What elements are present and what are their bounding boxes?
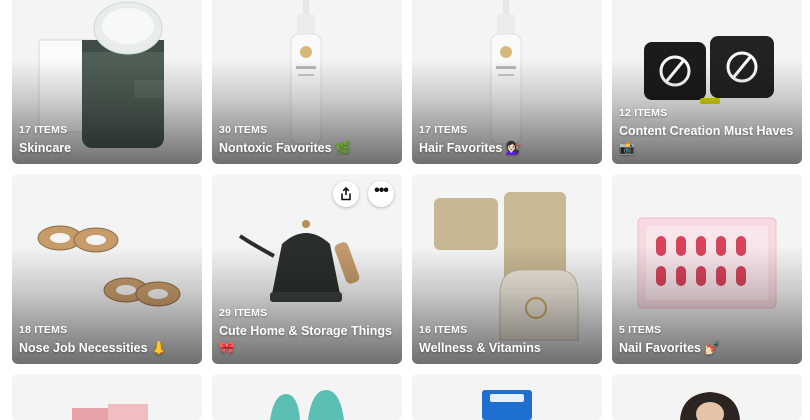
list-title-text: Nontoxic Favorites <box>219 141 332 155</box>
list-card-nontoxic-favorites[interactable]: 30 ITEMS Nontoxic Favorites 🌿 <box>212 0 402 164</box>
list-card-row3-1[interactable] <box>12 374 202 420</box>
title-emoji: 💇🏻‍♀️ <box>505 141 522 155</box>
list-card-skincare[interactable]: 17 ITEMS Skincare <box>12 0 202 164</box>
card-meta: 30 ITEMS Nontoxic Favorites 🌿 <box>219 123 394 157</box>
item-count: 29 ITEMS <box>219 307 268 319</box>
item-count: 17 ITEMS <box>19 124 68 136</box>
item-count: 17 ITEMS <box>419 124 468 136</box>
list-card-hair-favorites[interactable]: 17 ITEMS Hair Favorites 💇🏻‍♀️ <box>412 0 602 164</box>
pink-box-image <box>12 374 202 420</box>
card-meta: 17 ITEMS Hair Favorites 💇🏻‍♀️ <box>419 123 594 157</box>
share-icon <box>341 187 351 201</box>
more-options-button[interactable]: ••• <box>368 181 394 207</box>
list-title-text: Nail Favorites <box>619 341 701 355</box>
list-title-text: Nose Job Necessities <box>19 341 148 355</box>
list-card-wellness[interactable]: 16 ITEMS Wellness & Vitamins <box>412 174 602 364</box>
list-card-nail-favorites[interactable]: 5 ITEMS Nail Favorites 💅🏻 <box>612 174 802 364</box>
item-count: 30 ITEMS <box>219 124 268 136</box>
list-title[interactable]: Skincare <box>19 140 194 157</box>
item-count: 18 ITEMS <box>19 324 68 336</box>
more-options-icon: ••• <box>374 182 389 199</box>
card-meta: 5 ITEMS Nail Favorites 💅🏻 <box>619 323 794 357</box>
list-card-nose-job[interactable]: 18 ITEMS Nose Job Necessities 👃 <box>12 174 202 364</box>
card-meta: 29 ITEMS Cute Home & Storage Things 🎀 <box>219 306 394 357</box>
share-button[interactable] <box>333 181 359 207</box>
list-title[interactable]: Wellness & Vitamins <box>419 340 594 357</box>
list-title[interactable]: Nontoxic Favorites 🌿 <box>219 140 394 157</box>
list-title-text: Wellness & Vitamins <box>419 341 541 355</box>
item-count: 5 ITEMS <box>619 324 662 336</box>
list-title[interactable]: Cute Home & Storage Things 🎀 <box>219 323 394 357</box>
item-count: 12 ITEMS <box>619 107 668 119</box>
teal-gloves-image <box>212 374 402 420</box>
blue-package-image <box>412 374 602 420</box>
title-emoji: 💅🏻 <box>704 341 721 355</box>
card-meta: 18 ITEMS Nose Job Necessities 👃 <box>19 323 194 357</box>
item-count: 16 ITEMS <box>419 324 468 336</box>
list-title[interactable]: Hair Favorites 💇🏻‍♀️ <box>419 140 594 157</box>
list-title-text: Skincare <box>19 141 72 155</box>
card-meta: 17 ITEMS Skincare <box>19 123 194 157</box>
title-emoji: 📸 <box>619 141 635 155</box>
list-card-row3-4[interactable] <box>612 374 802 420</box>
list-card-row3-3[interactable] <box>412 374 602 420</box>
list-title-text: Cute Home & Storage Things <box>219 324 392 338</box>
list-card-cute-home[interactable]: ••• 29 ITEMS Cute Home & Storage Things … <box>212 174 402 364</box>
card-meta: 16 ITEMS Wellness & Vitamins <box>419 323 594 357</box>
list-card-row3-2[interactable] <box>212 374 402 420</box>
card-meta: 12 ITEMS Content Creation Must Haves 📸 <box>619 106 794 157</box>
title-emoji: 🌿 <box>335 141 351 155</box>
person-portrait-image <box>612 374 802 420</box>
title-emoji: 🎀 <box>219 341 235 355</box>
title-emoji: 👃 <box>151 341 167 355</box>
list-title-text: Hair Favorites <box>419 141 503 155</box>
list-title[interactable]: Content Creation Must Haves 📸 <box>619 123 794 157</box>
list-card-content-creation[interactable]: 12 ITEMS Content Creation Must Haves 📸 <box>612 0 802 164</box>
list-title-text: Content Creation Must Haves <box>619 124 794 138</box>
list-grid: 17 ITEMS Skincare 30 ITEMS Nontoxic Favo… <box>0 0 810 420</box>
list-title[interactable]: Nose Job Necessities 👃 <box>19 340 194 357</box>
list-title[interactable]: Nail Favorites 💅🏻 <box>619 340 794 357</box>
